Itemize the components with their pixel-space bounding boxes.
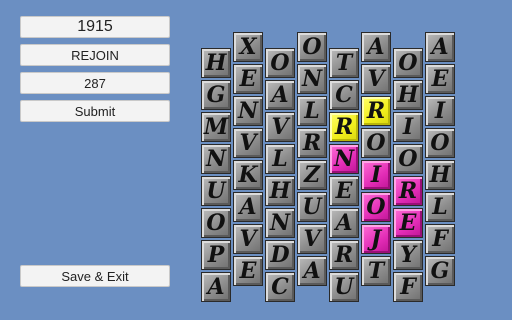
letter-tile[interactable]: H	[393, 80, 423, 110]
letter-tile[interactable]: E	[329, 176, 359, 206]
letter-tile[interactable]: F	[425, 224, 455, 254]
letter-tile[interactable]: R	[329, 112, 359, 142]
letter-tile[interactable]: O	[361, 192, 391, 222]
letter-tile[interactable]: O	[393, 48, 423, 78]
letter-tile[interactable]: A	[297, 256, 327, 286]
letter-tile[interactable]: A	[233, 192, 263, 222]
letter-tile[interactable]: O	[297, 32, 327, 62]
letter-tile[interactable]: V	[265, 112, 295, 142]
letter-tile[interactable]: N	[233, 96, 263, 126]
letter-tile[interactable]: T	[361, 256, 391, 286]
letter-tile[interactable]: U	[297, 192, 327, 222]
letter-tile[interactable]: Z	[297, 160, 327, 190]
letter-tile[interactable]: H	[265, 176, 295, 206]
letter-tile[interactable]: O	[361, 128, 391, 158]
letter-tile[interactable]: O	[201, 208, 231, 238]
letter-tile[interactable]: M	[201, 112, 231, 142]
letter-tile[interactable]: J	[361, 224, 391, 254]
letter-tile[interactable]: E	[425, 64, 455, 94]
letter-tile[interactable]: E	[233, 64, 263, 94]
letter-tile[interactable]: N	[265, 208, 295, 238]
letter-tile[interactable]: I	[393, 112, 423, 142]
letter-tile[interactable]: F	[393, 272, 423, 302]
letter-tile[interactable]: G	[425, 256, 455, 286]
letter-tile[interactable]: E	[233, 256, 263, 286]
letter-tile[interactable]: R	[361, 96, 391, 126]
save-exit-button[interactable]: Save & Exit	[20, 265, 170, 287]
letter-tile[interactable]: A	[329, 208, 359, 238]
letter-tile[interactable]: O	[265, 48, 295, 78]
letter-tile[interactable]: U	[201, 176, 231, 206]
letter-tile[interactable]: V	[361, 64, 391, 94]
letter-tile[interactable]: E	[393, 208, 423, 238]
letter-tile[interactable]: H	[201, 48, 231, 78]
letter-tile[interactable]: A	[425, 32, 455, 62]
letter-tile[interactable]: L	[425, 192, 455, 222]
letter-tile[interactable]: R	[329, 240, 359, 270]
letter-tile[interactable]: V	[297, 224, 327, 254]
letter-tile[interactable]: C	[265, 272, 295, 302]
letter-tile[interactable]: R	[393, 176, 423, 206]
letter-tile[interactable]: U	[329, 272, 359, 302]
letter-tile[interactable]: I	[425, 96, 455, 126]
letter-tile[interactable]: K	[233, 160, 263, 190]
letter-tile[interactable]: D	[265, 240, 295, 270]
letter-tile[interactable]: Y	[393, 240, 423, 270]
current-word-display: REJOIN	[20, 44, 170, 66]
letter-tile[interactable]: A	[361, 32, 391, 62]
letter-tile[interactable]: H	[425, 160, 455, 190]
letter-tile[interactable]: I	[361, 160, 391, 190]
letter-tile[interactable]: N	[201, 144, 231, 174]
letter-tile[interactable]: A	[201, 272, 231, 302]
letter-tile[interactable]: A	[265, 80, 295, 110]
letter-tile[interactable]: G	[201, 80, 231, 110]
letter-tile[interactable]: T	[329, 48, 359, 78]
letter-tile[interactable]: O	[393, 144, 423, 174]
letter-tile[interactable]: N	[329, 144, 359, 174]
submit-button[interactable]: Submit	[20, 100, 170, 122]
score-display: 1915	[20, 16, 170, 38]
letter-tile[interactable]: C	[329, 80, 359, 110]
letter-tile[interactable]: R	[297, 128, 327, 158]
letter-tile[interactable]: P	[201, 240, 231, 270]
letter-tile[interactable]: V	[233, 224, 263, 254]
letter-tile[interactable]: L	[297, 96, 327, 126]
letter-tile[interactable]: N	[297, 64, 327, 94]
letter-tile[interactable]: V	[233, 128, 263, 158]
word-points-display: 287	[20, 72, 170, 94]
letter-tile[interactable]: O	[425, 128, 455, 158]
letter-tile[interactable]: X	[233, 32, 263, 62]
letter-tile[interactable]: L	[265, 144, 295, 174]
